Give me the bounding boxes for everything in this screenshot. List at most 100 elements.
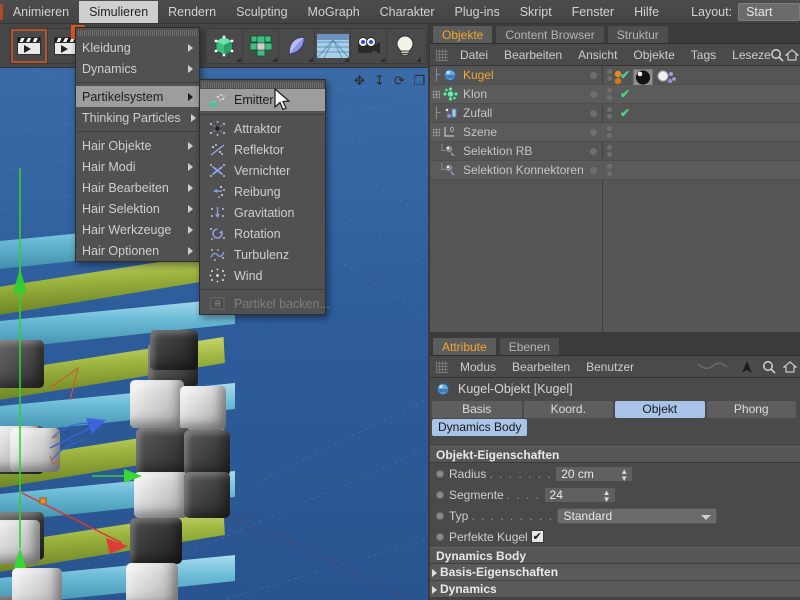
search-icon[interactable] <box>762 360 776 374</box>
submenuitem-rotation[interactable]: Rotation <box>200 223 325 244</box>
panel-grip[interactable] <box>436 360 448 373</box>
floor-environment-button[interactable] <box>314 29 350 63</box>
submenuitem-emitter[interactable]: Emitter <box>200 89 325 111</box>
material-white-tag-icon[interactable] <box>656 70 678 86</box>
home-icon[interactable] <box>783 360 797 374</box>
cube-primitive-button[interactable] <box>206 29 242 63</box>
undo-button[interactable] <box>11 29 47 63</box>
spinner-icon[interactable]: ▲ ▼ <box>603 488 611 503</box>
menuitem-hair-modi[interactable]: Hair Modi <box>76 156 199 177</box>
visibility-dots[interactable] <box>590 123 648 141</box>
submenu-tearoff-handle[interactable] <box>202 82 323 88</box>
om-menu-tags[interactable]: Tags <box>683 48 724 62</box>
om-menu-ansicht[interactable]: Ansicht <box>570 48 625 62</box>
menu-animieren[interactable]: Animieren <box>3 1 79 23</box>
property-bullet[interactable] <box>436 469 444 478</box>
submenuitem-turbulenz[interactable]: Turbulenz <box>200 244 325 265</box>
group-dynamics[interactable]: Dynamics <box>430 581 800 598</box>
menuitem-hair-werkzeuge[interactable]: Hair Werkzeuge <box>76 219 199 240</box>
tab-ebenen[interactable]: Ebenen <box>498 337 561 355</box>
submenuitem-gravitation[interactable]: Gravitation <box>200 202 325 223</box>
render-dots[interactable] <box>607 164 612 176</box>
table-row[interactable]: └ Selektion Konnektoren <box>430 161 800 180</box>
visibility-dot[interactable] <box>590 128 597 136</box>
object-tree[interactable]: ├ Kugel ✔ ⊞ Klon ✔ ├ Zufall ✔ ⊞ 0 Szene … <box>430 66 800 332</box>
menu-simulieren[interactable]: Simulieren <box>79 0 159 23</box>
tab-struktur[interactable]: Struktur <box>606 25 669 43</box>
partikelsystem-submenu[interactable]: Emitter Attraktor Reflektor Vernichter R… <box>199 79 330 315</box>
menu-charakter[interactable]: Charakter <box>370 1 445 23</box>
dropdown-tearoff-handle[interactable] <box>78 30 197 36</box>
tab-content-browser[interactable]: Content Browser <box>495 25 605 43</box>
submenuitem-partikel-backen[interactable]: 冊 Partikel backen... <box>200 293 330 314</box>
property-bullet[interactable] <box>436 532 444 541</box>
object-name[interactable]: Szene <box>463 125 497 139</box>
menuitem-partikelsystem[interactable]: Partikelsystem <box>76 86 199 107</box>
menu-skript[interactable]: Skript <box>510 1 562 23</box>
enabled-check-icon[interactable]: ✔ <box>620 87 630 101</box>
visibility-dot[interactable] <box>590 166 597 174</box>
rotate-view-icon[interactable]: ⟳ <box>391 72 408 89</box>
tree-glyph[interactable]: ├ <box>430 107 443 119</box>
menuitem-hair-selektion[interactable]: Hair Selektion <box>76 198 199 219</box>
visibility-dots[interactable]: ✔ <box>590 85 648 103</box>
attr-tab-basis[interactable]: Basis <box>432 401 522 418</box>
bend-deformer-button[interactable] <box>278 29 314 63</box>
attr-tab-dynamics-body[interactable]: Dynamics Body <box>432 419 528 436</box>
object-name[interactable]: Kugel <box>463 68 494 82</box>
visibility-dots[interactable] <box>590 142 648 160</box>
maximize-view-icon[interactable]: ❐ <box>411 72 428 89</box>
submenuitem-vernichter[interactable]: Vernichter <box>200 160 325 181</box>
menuitem-hair-bearbeiten[interactable]: Hair Bearbeiten <box>76 177 199 198</box>
tab-attribute[interactable]: Attribute <box>432 337 497 355</box>
table-row[interactable]: └ Selektion RB <box>430 142 800 161</box>
tree-glyph[interactable]: └ <box>430 145 446 157</box>
camera-button[interactable] <box>350 29 386 63</box>
submenuitem-reflektor[interactable]: Reflektor <box>200 139 325 160</box>
render-dots[interactable] <box>607 145 612 157</box>
visibility-dot[interactable] <box>590 147 597 155</box>
submenuitem-reibung[interactable]: Reibung <box>200 181 325 202</box>
table-row[interactable]: ⊞ Klon ✔ <box>430 85 800 104</box>
om-menu-datei[interactable]: Datei <box>452 48 496 62</box>
radius-input[interactable]: 20 cm ▲ ▼ <box>555 465 634 482</box>
menu-mograph[interactable]: MoGraph <box>298 1 370 23</box>
menu-plugins[interactable]: Plug-ins <box>445 1 510 23</box>
tree-glyph[interactable]: ├ <box>430 69 443 81</box>
menu-sculpting[interactable]: Sculpting <box>226 1 297 23</box>
am-menu-bearbeiten[interactable]: Bearbeiten <box>504 360 578 374</box>
layout-selector[interactable]: Start <box>738 2 800 21</box>
object-name[interactable]: Zufall <box>463 106 492 120</box>
visibility-dots[interactable]: ✔ <box>590 104 648 122</box>
am-menu-benutzer[interactable]: Benutzer <box>578 360 642 374</box>
tab-objekte[interactable]: Objekte <box>432 25 494 43</box>
spinner-icon[interactable]: ▲ ▼ <box>620 467 628 482</box>
property-bullet[interactable] <box>436 511 444 520</box>
submenuitem-wind[interactable]: Wind <box>200 265 325 286</box>
object-name[interactable]: Selektion Konnektoren <box>463 163 584 177</box>
table-row[interactable]: ⊞ 0 Szene <box>430 123 800 142</box>
tree-expand-glyph[interactable]: ⊞ <box>430 88 443 101</box>
object-name[interactable]: Selektion RB <box>463 144 532 158</box>
scale-view-icon[interactable]: ↧ <box>371 72 388 89</box>
render-dots[interactable] <box>607 126 612 138</box>
array-generator-button[interactable] <box>242 29 278 63</box>
object-name[interactable]: Klon <box>463 87 487 101</box>
table-row[interactable]: ├ Kugel ✔ <box>430 66 800 87</box>
attr-tab-koord[interactable]: Koord. <box>523 401 613 418</box>
property-bullet[interactable] <box>436 490 444 499</box>
typ-select[interactable]: Standard <box>556 507 717 524</box>
simulieren-dropdown-menu[interactable]: Kleidung Dynamics Partikelsystem Thinkin… <box>75 27 200 262</box>
om-menu-objekte[interactable]: Objekte <box>625 48 682 62</box>
menuitem-dynamics[interactable]: Dynamics <box>76 58 199 79</box>
group-basis-eigenschaften[interactable]: Basis-Eigenschaften <box>430 564 800 581</box>
render-dots[interactable] <box>607 88 612 100</box>
am-menu-modus[interactable]: Modus <box>452 360 504 374</box>
segmente-input[interactable]: 24 ▲ ▼ <box>543 486 616 503</box>
attr-tab-objekt[interactable]: Objekt <box>615 401 705 418</box>
search-icon[interactable] <box>770 48 784 62</box>
home-icon[interactable] <box>785 48 799 62</box>
submenuitem-attraktor[interactable]: Attraktor <box>200 118 325 139</box>
tree-expand-glyph[interactable]: ⊞ <box>430 126 443 139</box>
menuitem-kleidung[interactable]: Kleidung <box>76 37 199 58</box>
